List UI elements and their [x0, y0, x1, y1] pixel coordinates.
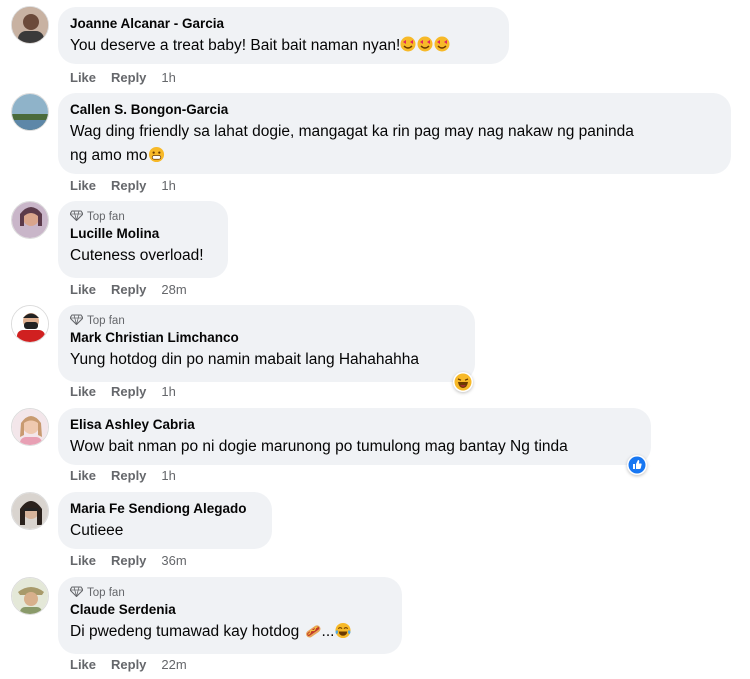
comment-text-body: You deserve a treat baby! Bait bait nama…	[70, 37, 401, 54]
comment-actions: Like Reply 1h	[70, 68, 191, 86]
smiling-face-with-hearts-icon	[400, 35, 452, 61]
haha-reaction-icon[interactable]	[453, 372, 473, 392]
avatar-image	[12, 7, 48, 43]
top-fan-label: Top fan	[87, 211, 125, 223]
diamond-icon	[69, 210, 84, 224]
comment-actions: Like Reply 1h	[70, 382, 191, 400]
reply-button[interactable]: Reply	[111, 178, 146, 193]
comment-text: Wow bait nman po ni dogie marunong po tu…	[70, 438, 568, 455]
comment-actions: Like Reply 1h	[70, 176, 191, 194]
comment-actions: Like Reply 28m	[70, 280, 202, 298]
commenter-name[interactable]: Claude Serdenia	[70, 601, 390, 619]
comment-text-body: ng amo mo	[70, 147, 148, 164]
tears-of-joy-icon	[334, 622, 352, 647]
avatar[interactable]	[11, 408, 49, 446]
like-button[interactable]: Like	[70, 553, 96, 568]
timestamp[interactable]: 1h	[161, 70, 175, 85]
top-fan-label: Top fan	[87, 587, 125, 599]
reply-button[interactable]: Reply	[111, 468, 146, 483]
avatar[interactable]	[11, 577, 49, 615]
commenter-name[interactable]: Elisa Ashley Cabria	[70, 416, 639, 434]
top-fan-label: Top fan	[87, 315, 125, 327]
grinning-face-icon	[148, 146, 165, 171]
top-fan-badge: Top fan	[69, 313, 463, 329]
reply-button[interactable]: Reply	[111, 657, 146, 672]
comment-bubble: Top fan Claude Serdenia Di pwedeng tumaw…	[58, 577, 402, 654]
timestamp[interactable]: 22m	[161, 657, 186, 672]
avatar[interactable]	[11, 492, 49, 530]
like-reaction-icon[interactable]	[627, 455, 647, 475]
like-button[interactable]: Like	[70, 468, 96, 483]
avatar-image	[12, 578, 48, 614]
avatar[interactable]	[11, 6, 49, 44]
avatar[interactable]	[11, 305, 49, 343]
top-fan-badge: Top fan	[69, 585, 390, 601]
avatar-image	[12, 202, 48, 238]
comment-text: Cuteness overload!	[70, 247, 204, 264]
comment-text: You deserve a treat baby! Bait bait nama…	[70, 34, 497, 61]
reply-button[interactable]: Reply	[111, 282, 146, 297]
like-button[interactable]: Like	[70, 178, 96, 193]
comment-text: Di pwedeng tumawad kay hotdog ...	[70, 620, 390, 647]
reply-button[interactable]: Reply	[111, 553, 146, 568]
comment-text-body: Di pwedeng tumawad kay hotdog	[70, 623, 300, 640]
comment-bubble: Elisa Ashley Cabria Wow bait nman po ni …	[58, 408, 651, 465]
comment-bubble: Top fan Lucille Molina Cuteness overload…	[58, 201, 228, 278]
comment-bubble: Callen S. Bongon-Garcia Wag ding friendl…	[58, 93, 731, 174]
comment-text: Yung hotdog din po namin mabait lang Hah…	[70, 351, 420, 368]
timestamp[interactable]: 28m	[161, 282, 186, 297]
avatar-image	[12, 493, 48, 529]
comment-text: Wag ding friendly sa lahat dogie, mangag…	[70, 123, 634, 140]
like-button[interactable]: Like	[70, 282, 96, 297]
like-button[interactable]: Like	[70, 70, 96, 85]
avatar-image	[12, 94, 48, 130]
avatar[interactable]	[11, 93, 49, 131]
avatar-image	[12, 306, 48, 342]
hotdog-icon	[304, 623, 322, 647]
timestamp[interactable]: 1h	[161, 468, 175, 483]
comment-bubble: Joanne Alcanar - Garcia You deserve a tr…	[58, 7, 509, 64]
timestamp[interactable]: 1h	[161, 178, 175, 193]
reply-button[interactable]: Reply	[111, 70, 146, 85]
like-button[interactable]: Like	[70, 657, 96, 672]
avatar-image	[12, 409, 48, 445]
timestamp[interactable]: 36m	[161, 553, 186, 568]
comment-bubble: Maria Fe Sendiong Alegado Cutieee	[58, 492, 272, 549]
reply-button[interactable]: Reply	[111, 384, 146, 399]
comment-bubble: Top fan Mark Christian Limchanco Yung ho…	[58, 305, 475, 382]
avatar[interactable]	[11, 201, 49, 239]
timestamp[interactable]: 1h	[161, 384, 175, 399]
commenter-name[interactable]: Mark Christian Limchanco	[70, 329, 463, 347]
top-fan-badge: Top fan	[69, 209, 216, 225]
diamond-icon	[69, 586, 84, 600]
comment-text-line2: ng amo mo	[70, 144, 719, 171]
diamond-icon	[69, 314, 84, 328]
like-button[interactable]: Like	[70, 384, 96, 399]
commenter-name[interactable]: Callen S. Bongon-Garcia	[70, 101, 719, 119]
comment-text-suffix: ...	[321, 623, 335, 640]
commenter-name[interactable]: Lucille Molina	[70, 225, 216, 243]
commenter-name[interactable]: Joanne Alcanar - Garcia	[70, 15, 497, 33]
commenter-name[interactable]: Maria Fe Sendiong Alegado	[70, 500, 260, 518]
comment-actions: Like Reply 36m	[70, 551, 202, 569]
comment-actions: Like Reply 22m	[70, 655, 202, 673]
comment-text: Cutieee	[70, 522, 124, 539]
comment-actions: Like Reply 1h	[70, 466, 191, 484]
